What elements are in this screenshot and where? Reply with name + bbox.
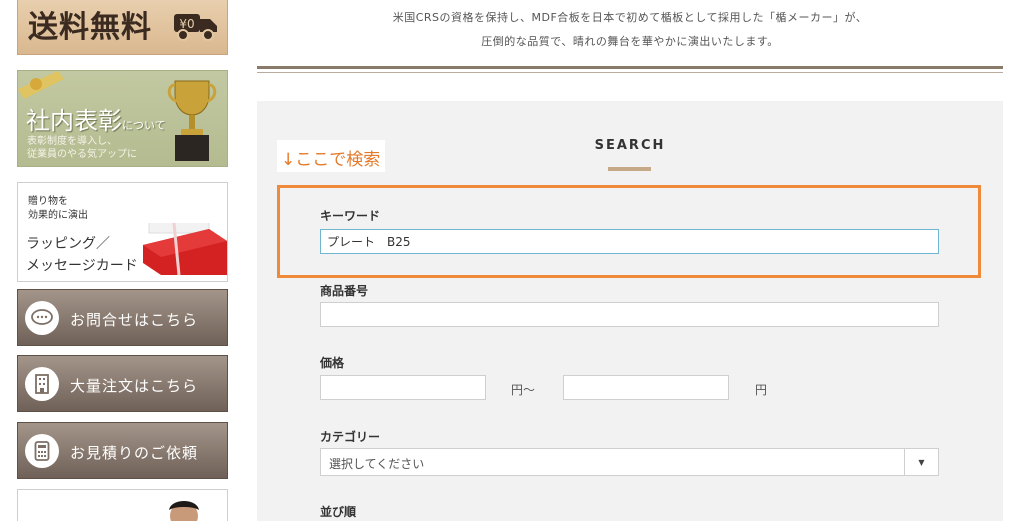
bulk-order-button[interactable]: 大量注文はこちら: [17, 355, 228, 412]
chat-bubble-icon: [25, 301, 59, 335]
estimate-request-button-label: お見積りのご依頼: [70, 444, 199, 462]
price-from-suffix: 円～: [511, 383, 536, 397]
keyword-label: キーワード: [320, 209, 381, 223]
award-banner[interactable]: 社内表彰について 表彰制度を導入し、 従業員のやる気アップに: [17, 70, 228, 167]
staff-banner[interactable]: [17, 489, 228, 521]
wrapping-title: ラッピング／ メッセージカード: [26, 236, 138, 274]
keyword-input[interactable]: [320, 229, 939, 254]
contact-button-label: お問合せはこちら: [70, 311, 199, 329]
wrapping-banner[interactable]: 贈り物を 効果的に演出 ラッピング／ メッセージカード: [17, 182, 228, 282]
search-title-underline: [608, 167, 651, 171]
price-from-input[interactable]: [320, 375, 486, 400]
gift-box-icon: [143, 223, 227, 275]
truck-price-text: ¥0: [179, 17, 194, 31]
calculator-icon: [25, 434, 59, 468]
price-to-input[interactable]: [563, 375, 729, 400]
contact-button[interactable]: お問合せはこちら: [17, 289, 228, 346]
truck-icon: ¥0: [174, 14, 217, 41]
product-number-label: 商品番号: [320, 284, 369, 298]
estimate-request-button[interactable]: お見積りのご依頼: [17, 422, 228, 479]
intro-line-1: 米国CRSの資格を保持し、MDF合板を日本で初めて楯板として採用した「楯メーカー…: [392, 11, 868, 24]
sort-label: 並び順: [320, 505, 357, 519]
search-title: SEARCH: [594, 138, 666, 153]
intro-line-2: 圧倒的な品質で、晴れの舞台を華やかに演出いたします。: [481, 35, 779, 48]
category-select[interactable]: 選択してください ▼: [320, 448, 939, 476]
trophy-icon: [167, 80, 217, 161]
category-selected-value: 選択してください: [329, 457, 425, 471]
divider: [257, 66, 1003, 73]
person-photo: [169, 501, 199, 521]
product-number-input[interactable]: [320, 302, 939, 327]
price-to-suffix: 円: [755, 383, 768, 397]
free-shipping-text: 送料無料: [28, 10, 152, 45]
ribbon-icon: [18, 71, 64, 99]
wrapping-subtext: 贈り物を 効果的に演出: [28, 196, 88, 221]
building-icon: [25, 367, 59, 401]
free-shipping-banner[interactable]: 送料無料 ¥0: [17, 0, 228, 55]
award-subtext: 表彰制度を導入し、 従業員のやる気アップに: [27, 136, 137, 160]
price-label: 価格: [320, 356, 345, 370]
chevron-down-icon[interactable]: ▼: [904, 449, 938, 475]
bulk-order-button-label: 大量注文はこちら: [70, 377, 199, 395]
award-title: 社内表彰について: [26, 107, 166, 135]
category-label: カテゴリー: [320, 430, 381, 444]
